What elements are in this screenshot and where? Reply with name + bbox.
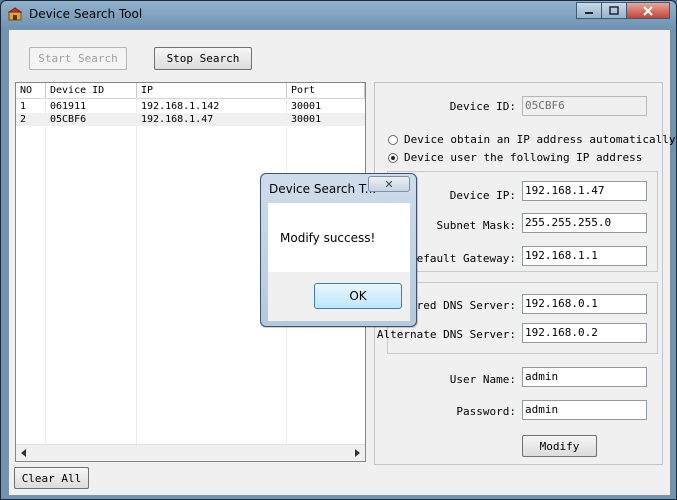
app-icon [8,7,22,21]
dns-settings-group [387,282,658,354]
user-name-input[interactable]: admin [522,367,647,387]
table-row[interactable]: 1 061911 192.168.1.142 30001 [16,100,365,113]
device-id-field: 05CBF6 [522,96,647,116]
radio-manual-ip-label[interactable]: Device user the following IP address [404,151,642,164]
column-header-ip[interactable]: IP [137,83,287,98]
modify-success-dialog: Device Search T... ✕ Modify success! OK [260,173,417,327]
cell-port: 30001 [291,114,322,125]
radio-auto-ip[interactable] [388,135,398,145]
start-search-button[interactable]: Start Search [29,47,127,70]
device-id-label: Device ID: [449,100,516,113]
cell-ip: 192.168.1.47 [141,114,214,125]
cell-device-id: 061911 [50,101,87,112]
dialog-body: Modify success! [268,203,410,272]
stop-search-button[interactable]: Stop Search [154,47,252,70]
dialog-title: Device Search T... [269,182,377,196]
cell-port: 30001 [291,101,322,112]
device-ip-label: Device IP: [449,189,516,202]
table-row[interactable]: 2 05CBF6 192.168.1.47 30001 [16,113,365,126]
dialog-message: Modify success! [280,231,376,245]
title-bar[interactable]: Device Search Tool [1,1,676,29]
caption-buttons [576,2,670,19]
column-divider [45,98,46,448]
window-title: Device Search Tool [29,7,143,21]
alternate-dns-label: Alternate DNS Server: [376,328,516,341]
arrow-right-icon [355,449,360,457]
cell-no: 2 [20,114,27,125]
minimize-icon [585,11,593,14]
scroll-left-button[interactable] [16,445,32,461]
cell-no: 1 [20,101,27,112]
maximize-button[interactable] [601,2,627,19]
cell-device-id: 05CBF6 [50,114,87,125]
modify-button[interactable]: Modify [522,435,597,457]
close-icon [643,5,653,16]
close-button[interactable] [626,2,670,19]
list-header: NO Device ID IP Port [16,83,365,99]
minimize-button[interactable] [576,2,602,19]
dialog-footer: OK [268,272,410,321]
maximize-icon [609,6,619,15]
subnet-mask-input[interactable]: 255.255.255.0 [522,213,647,233]
radio-manual-ip[interactable] [388,153,398,163]
password-label: Password: [456,405,516,418]
user-name-label: User Name: [449,373,516,386]
default-gateway-label: Default Gateway: [410,252,516,265]
main-window: Device Search Tool Start Search Stop Sea… [0,0,677,500]
preferred-dns-input[interactable]: 192.168.0.1 [522,294,647,314]
horizontal-scrollbar[interactable] [16,444,365,461]
password-input[interactable]: admin [522,400,647,420]
dialog-close-button[interactable]: ✕ [368,176,410,192]
radio-auto-ip-label[interactable]: Device obtain an IP address automaticall… [404,133,676,146]
close-icon: ✕ [384,177,394,191]
subnet-mask-label: Subnet Mask: [436,219,516,232]
preferred-dns-label: erred DNS Server: [403,299,516,312]
ok-button[interactable]: OK [314,283,402,309]
column-header-no[interactable]: NO [16,83,46,98]
cell-ip: 192.168.1.142 [141,101,220,112]
column-divider [136,98,137,448]
scroll-right-button[interactable] [349,445,365,461]
clear-all-button[interactable]: Clear All [14,467,89,489]
arrow-left-icon [21,449,26,457]
column-header-device-id[interactable]: Device ID [46,83,137,98]
device-ip-input[interactable]: 192.168.1.47 [522,181,647,201]
column-header-port[interactable]: Port [287,83,365,98]
alternate-dns-input[interactable]: 192.168.0.2 [522,323,647,343]
default-gateway-input[interactable]: 192.168.1.1 [522,246,647,266]
